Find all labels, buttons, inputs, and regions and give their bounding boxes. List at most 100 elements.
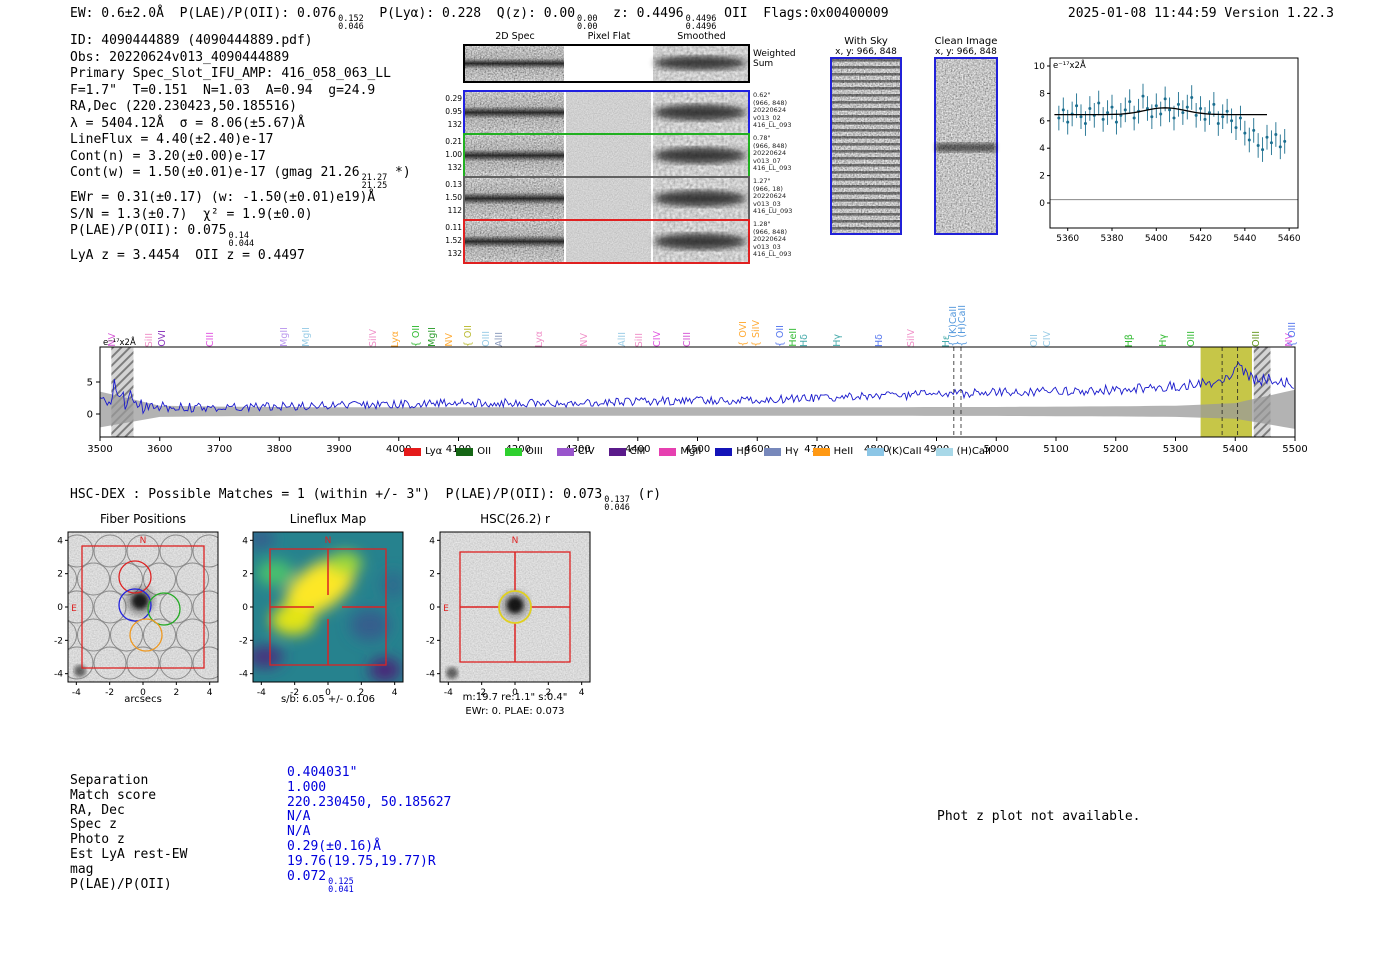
- svg-text:2: 2: [57, 570, 63, 580]
- legend-item: Hγ: [764, 446, 799, 457]
- info-line: Cont(n) = 3.20(±0.00)e-17: [70, 148, 266, 164]
- info-line: P(LAE)/P(OII): 0.075 0.14 0.044: [70, 223, 255, 249]
- spec2d-row-panels: [463, 90, 750, 135]
- info-line: S/N = 1.3(±0.7) χ² = 1.9(±0.0): [70, 206, 313, 222]
- weighted-sum-label: Weighted Sum: [753, 49, 796, 69]
- info-line: Primary Spec_Slot_IFU_AMP: 416_058_063_L…: [70, 66, 391, 81]
- stacked-uncertainty: 0.137 0.046: [604, 495, 630, 513]
- svg-text:0: 0: [242, 603, 248, 613]
- svg-text:5420: 5420: [1189, 234, 1212, 244]
- hsc-caption-1: m:19.7 re:1.1" s:0.4": [462, 692, 568, 703]
- info-line: ID: 4090444889 (4090444889.pdf): [70, 33, 313, 48]
- north-label: N: [512, 536, 519, 546]
- match-table-value: 0.29(±0.16)Å: [287, 838, 381, 854]
- row-annotation: 0.78" (966, 848) 20220624 v013_07 416_LL_093: [753, 134, 792, 173]
- spec2d-weighted-row: [463, 44, 750, 83]
- lineflux-map-title: Lineflux Map: [289, 512, 367, 526]
- cleanimage-coords: x, y: 966, 848: [935, 47, 997, 57]
- legend-swatch: [456, 447, 474, 456]
- svg-text:e⁻¹⁷x2Å: e⁻¹⁷x2Å: [1053, 59, 1086, 71]
- legend-swatch: [764, 447, 782, 456]
- info-line: LineFlux = 4.40(±2.40)e-17: [70, 132, 274, 147]
- north-label: N: [325, 536, 332, 546]
- stacked-uncertainty: 0.00 0.00: [577, 14, 598, 32]
- match-table-value: 220.230450, 50.185627: [287, 794, 452, 810]
- fiber-positions-plot: N E -4-4-2-2002244: [54, 531, 219, 698]
- info-line: Obs: 20220624v013_4090444889: [70, 49, 290, 65]
- hsc-cutout-plot: N E -4-4-2-2002244: [426, 531, 591, 698]
- info-line: RA,Dec (220.230423,50.185516): [70, 99, 297, 114]
- legend-swatch: [505, 447, 523, 456]
- legend-label: HeII: [833, 446, 854, 457]
- fiber-positions-title: Fiber Positions: [99, 512, 187, 526]
- legend-label: (K)CaII: [888, 446, 922, 457]
- stacked-uncertainty: 21.27 21.25: [361, 173, 388, 191]
- fiber-weight-values: 0.13 1.50 112: [445, 180, 462, 215]
- col-title-2dspec: 2D Spec: [495, 31, 535, 42]
- weighted-2dspec-image: [465, 46, 564, 81]
- photz-note: Phot z plot not available.: [937, 809, 1141, 824]
- svg-text:-4: -4: [54, 670, 63, 680]
- svg-text:5400: 5400: [1145, 234, 1168, 244]
- withsky-title: With Sky: [844, 36, 888, 47]
- svg-text:6: 6: [1039, 117, 1045, 127]
- stacked-uncertainty: 0.14 0.044: [228, 231, 255, 249]
- lineflux-image: [253, 532, 403, 682]
- withsky-image: [832, 59, 900, 233]
- match-table-label: mag: [70, 861, 94, 877]
- legend-item: (H)CaII: [935, 446, 991, 457]
- match-table-label: P(LAE)/P(OII): [70, 876, 172, 892]
- east-label: E: [443, 604, 449, 614]
- svg-text:5380: 5380: [1101, 234, 1124, 244]
- legend-item: OII: [456, 446, 491, 457]
- spectrum-legend: Lyα OII OIII CIV CIII MgII Hβ Hγ HeII (K)CaII (H)C…: [100, 446, 1295, 457]
- svg-text:5: 5: [87, 378, 93, 389]
- legend-label: Hβ: [736, 446, 751, 457]
- match-table-label: Est LyA rest-EW: [70, 846, 188, 862]
- legend-item: (K)CaII: [867, 446, 922, 457]
- header-summary-line: EW: 0.6±2.0Å P(LAE)/P(OII): 0.076 0.152 0.…: [70, 6, 889, 32]
- stacked-uncertainty: 0.152 0.046: [338, 14, 364, 32]
- detection-report-page: EW: 0.6±2.0Å P(LAE)/P(OII): 0.076 0.152 0.…: [0, 0, 1400, 953]
- svg-text:2: 2: [1039, 172, 1045, 182]
- cleanimage-panel: [934, 57, 998, 235]
- svg-text:0: 0: [1039, 199, 1045, 209]
- match-table-values: 0.404031" 1.000 220.230450, 50.185627 N/A N/…: [287, 765, 452, 895]
- stacked-uncertainty: 0.125 0.041: [328, 876, 354, 895]
- svg-text:4: 4: [57, 536, 63, 546]
- svg-text:5440: 5440: [1233, 234, 1256, 244]
- weighted-smoothed-image: [653, 46, 748, 81]
- match-table-value: N/A: [287, 809, 311, 825]
- legend-label: OIII: [526, 446, 543, 457]
- svg-text:4: 4: [1039, 144, 1045, 154]
- info-line: LyA z = 3.4454 OII z = 0.4497: [70, 248, 305, 263]
- withsky-coords: x, y: 966, 848: [835, 47, 897, 57]
- svg-text:-2: -2: [239, 636, 248, 646]
- info-line: EWr = 0.31(±0.17) (w: -1.50(±0.01)e19)Å: [70, 190, 376, 205]
- svg-text:2: 2: [429, 570, 435, 580]
- lineflux-caption: s/b: 6.05 +/- 0.106: [280, 694, 376, 705]
- legend-label: (H)CaII: [956, 446, 991, 457]
- match-table-value: 1.000: [287, 779, 327, 795]
- withsky-panel: [830, 57, 902, 235]
- legend-item: MgII: [659, 446, 701, 457]
- legend-item: CIV: [556, 446, 595, 457]
- info-line: F=1.7" T=0.151 N=1.03 A=0.94 g=24.9: [70, 82, 376, 98]
- east-label: E: [71, 604, 77, 614]
- legend-label: Lyα: [425, 446, 443, 457]
- spec2d-row-panels: [463, 133, 750, 178]
- match-table-label: Match score: [70, 787, 157, 803]
- legend-item: CIII: [608, 446, 645, 457]
- legend-item: Lyα: [404, 446, 442, 457]
- svg-text:0: 0: [87, 410, 93, 421]
- svg-text:-2: -2: [426, 636, 435, 646]
- svg-text:-4: -4: [239, 670, 248, 680]
- legend-swatch: [659, 447, 677, 456]
- row-annotation: 0.62" (966, 848) 20220624 v013_02 416_LL_093: [753, 91, 792, 130]
- match-table-value: 0.404031": [287, 765, 358, 780]
- cleanimage-title: Clean Image: [934, 36, 998, 47]
- svg-text:-2: -2: [54, 636, 63, 646]
- svg-text:5460: 5460: [1278, 234, 1301, 244]
- fiber-xaxis-label: arcsecs: [124, 694, 162, 705]
- svg-text:5360: 5360: [1056, 234, 1079, 244]
